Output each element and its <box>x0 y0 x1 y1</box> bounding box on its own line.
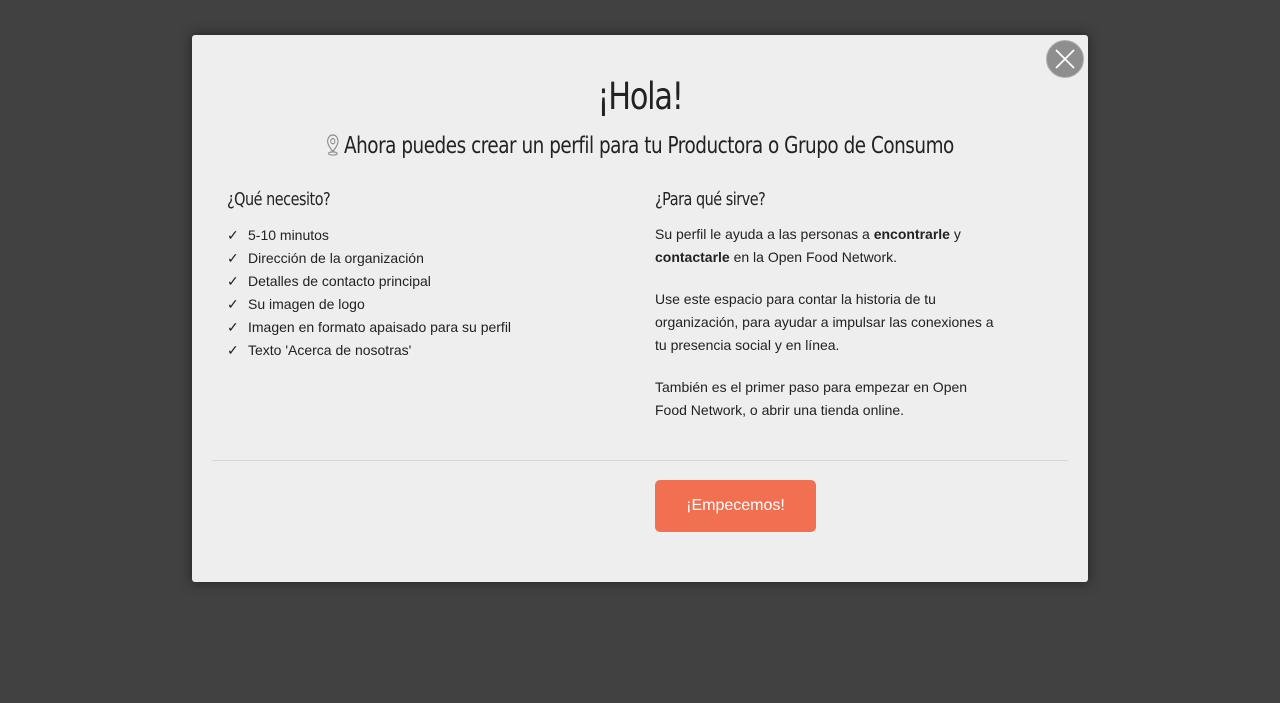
modal-title: ¡Hola! <box>597 75 684 118</box>
purpose-paragraph-3: También es el primer paso para empezar e… <box>655 379 968 418</box>
checkmark-icon: ✓ <box>227 319 239 335</box>
purpose-paragraph-2: Use este espacio para contar la historia… <box>655 291 994 353</box>
purpose-text: Su perfil le ayuda a las personas a enco… <box>655 223 995 441</box>
purpose-paragraph-1: Su perfil le ayuda a las personas a enco… <box>655 226 961 265</box>
list-item: ✓ Su imagen de logo <box>227 293 511 316</box>
welcome-modal: ¡Hola! Ahora puedes crear un perfil para… <box>192 35 1088 582</box>
purpose-heading: ¿Para qué sirve? <box>655 189 766 210</box>
close-button[interactable] <box>1046 40 1084 78</box>
list-item: ✓ 5-10 minutos <box>227 224 511 247</box>
map-pin-icon <box>326 134 339 161</box>
divider <box>212 460 1068 461</box>
checkmark-icon: ✓ <box>227 342 239 358</box>
modal-subtitle-row: Ahora puedes crear un perfil para tu Pro… <box>192 131 1088 161</box>
checkmark-icon: ✓ <box>227 250 239 266</box>
list-item: ✓ Texto 'Acerca de nosotras' <box>227 339 511 362</box>
needs-heading: ¿Qué necesito? <box>227 189 331 210</box>
checkmark-icon: ✓ <box>227 273 239 289</box>
list-item: ✓ Dirección de la organización <box>227 247 511 270</box>
list-item: ✓ Detalles de contacto principal <box>227 270 511 293</box>
checkmark-icon: ✓ <box>227 227 239 243</box>
start-button[interactable]: ¡Empecemos! <box>655 480 816 532</box>
checkmark-icon: ✓ <box>227 296 239 312</box>
needs-list: ✓ 5-10 minutos ✓ Dirección de la organizac… <box>227 224 511 362</box>
modal-subtitle: Ahora puedes crear un perfil para tu Pro… <box>343 133 954 159</box>
list-item: ✓ Imagen en formato apaisado para su perf… <box>227 316 511 339</box>
close-icon <box>1055 49 1075 69</box>
